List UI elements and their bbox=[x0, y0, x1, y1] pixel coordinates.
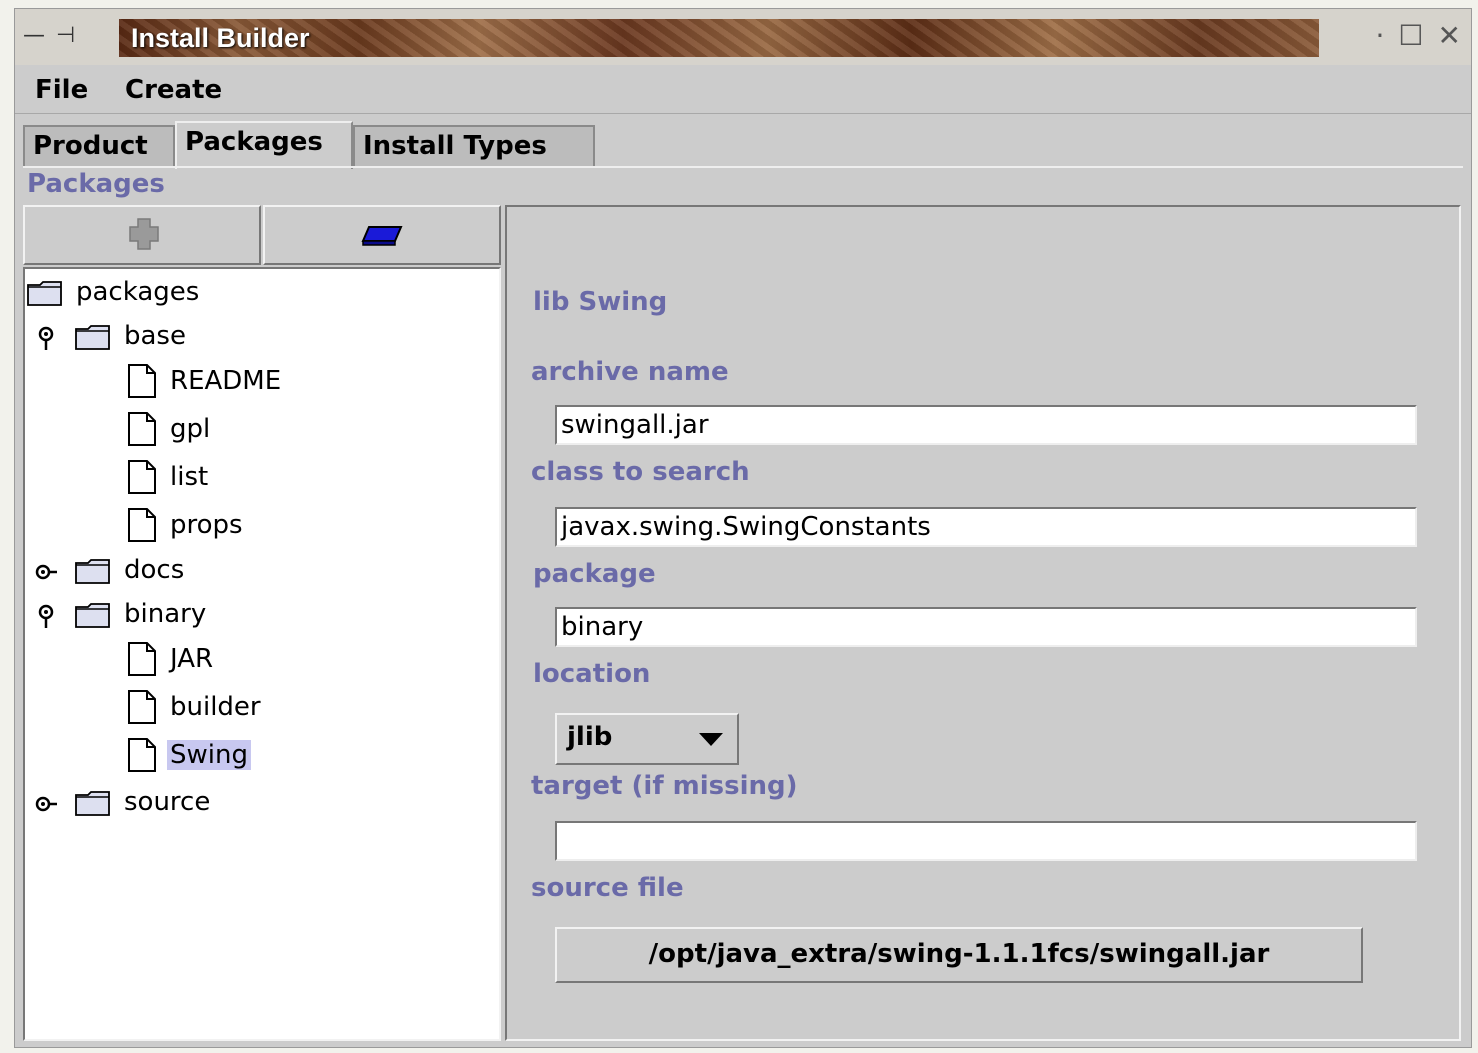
collapse-toggle-icon[interactable] bbox=[35, 603, 57, 629]
remove-package-button[interactable] bbox=[263, 205, 501, 265]
package-field[interactable]: binary bbox=[555, 607, 1417, 647]
file-icon bbox=[128, 412, 156, 446]
shade-icon[interactable]: · bbox=[1376, 19, 1385, 52]
target-label: target (if missing) bbox=[531, 771, 798, 801]
section-title: Packages bbox=[27, 169, 165, 199]
location-label: location bbox=[533, 659, 651, 689]
tree-node-readme[interactable]: README bbox=[127, 363, 284, 399]
file-icon bbox=[128, 738, 156, 772]
window-menu-icon[interactable]: — ⊣ bbox=[23, 23, 77, 48]
file-icon bbox=[128, 642, 156, 676]
package-heading: lib Swing bbox=[533, 287, 668, 317]
file-icon bbox=[128, 508, 156, 542]
tree-node-gpl[interactable]: gpl bbox=[127, 411, 213, 447]
folder-icon bbox=[75, 324, 110, 350]
expand-toggle-icon[interactable] bbox=[35, 791, 57, 817]
add-package-button[interactable] bbox=[23, 205, 261, 265]
collapse-toggle-icon[interactable] bbox=[35, 325, 57, 351]
puzzle-add-icon bbox=[129, 218, 159, 250]
tree-node-list[interactable]: list bbox=[127, 459, 211, 495]
menu-create[interactable]: Create bbox=[125, 75, 222, 105]
target-field[interactable] bbox=[555, 821, 1417, 861]
title-bar: — ⊣ Install Builder · ☐ ✕ bbox=[15, 9, 1471, 65]
tree-node-builder[interactable]: builder bbox=[127, 689, 264, 725]
window-title: Install Builder bbox=[131, 23, 310, 53]
tree-node-props[interactable]: props bbox=[127, 507, 246, 543]
package-detail-panel: lib Swing archive name swingall.jar clas… bbox=[505, 205, 1461, 1041]
location-dropdown[interactable]: jlib bbox=[555, 713, 739, 765]
tree-root[interactable]: packages bbox=[27, 277, 202, 307]
archive-name-label: archive name bbox=[531, 357, 729, 387]
folder-icon bbox=[75, 790, 110, 816]
tree-node-source[interactable]: source bbox=[75, 787, 213, 817]
menu-bar: File Create bbox=[15, 67, 1471, 114]
location-value: jlib bbox=[567, 722, 613, 752]
menu-file[interactable]: File bbox=[35, 75, 88, 105]
folder-icon bbox=[75, 558, 110, 584]
source-file-label: source file bbox=[531, 873, 684, 903]
file-icon bbox=[128, 364, 156, 398]
expand-toggle-icon[interactable] bbox=[35, 559, 57, 585]
file-icon bbox=[128, 460, 156, 494]
tree-node-binary[interactable]: binary bbox=[75, 599, 209, 629]
tab-divider bbox=[23, 166, 1463, 168]
close-icon[interactable]: ✕ bbox=[1438, 19, 1461, 52]
tree-node-swing[interactable]: Swing bbox=[127, 737, 251, 773]
tab-install-types[interactable]: Install Types bbox=[353, 125, 595, 167]
eraser-icon bbox=[361, 226, 403, 246]
maximize-icon[interactable]: ☐ bbox=[1398, 19, 1423, 52]
package-label: package bbox=[533, 559, 656, 589]
tab-packages[interactable]: Packages bbox=[175, 121, 353, 169]
archive-name-field[interactable]: swingall.jar bbox=[555, 405, 1417, 445]
title-drag-area[interactable]: Install Builder bbox=[119, 19, 1319, 57]
folder-icon bbox=[27, 280, 62, 306]
package-tree[interactable]: packages base README gpl list props docs… bbox=[23, 267, 501, 1041]
class-to-search-field[interactable]: javax.swing.SwingConstants bbox=[555, 507, 1417, 547]
class-to-search-label: class to search bbox=[531, 457, 750, 487]
tree-node-jar[interactable]: JAR bbox=[127, 641, 216, 677]
folder-icon bbox=[75, 602, 110, 628]
tab-product[interactable]: Product bbox=[23, 125, 175, 167]
source-file-button[interactable]: /opt/java_extra/swing-1.1.1fcs/swingall.… bbox=[555, 927, 1363, 983]
file-icon bbox=[128, 690, 156, 724]
chevron-down-icon bbox=[699, 733, 723, 746]
tree-node-docs[interactable]: docs bbox=[75, 555, 187, 585]
tree-node-base[interactable]: base bbox=[75, 321, 189, 351]
install-builder-window: — ⊣ Install Builder · ☐ ✕ File Create Pr… bbox=[14, 8, 1472, 1048]
